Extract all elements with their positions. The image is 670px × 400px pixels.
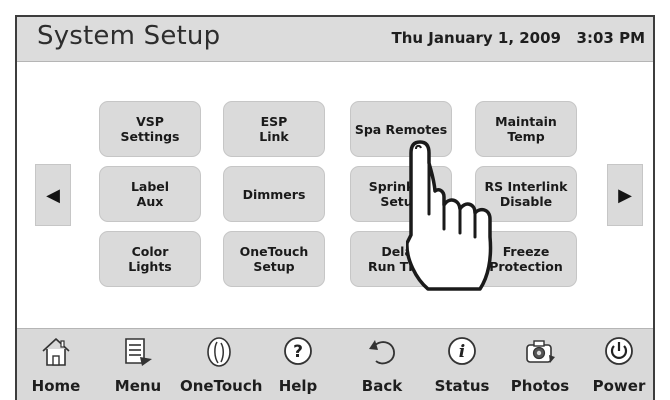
nav-menu-label: Menu [114, 377, 162, 395]
vsp-settings-button[interactable]: VSP Settings [99, 101, 201, 157]
camera-icon [526, 340, 555, 363]
nav-power-button[interactable]: Power [580, 329, 653, 400]
nav-onetouch-button[interactable]: OneTouch [180, 329, 263, 400]
nav-onetouch-label: OneTouch [180, 377, 263, 395]
page-title: System Setup [37, 21, 221, 51]
nav-home-label: Home [31, 377, 81, 395]
esp-link-button[interactable]: ESP Link [223, 101, 325, 157]
nav-help-button[interactable]: ? Help [259, 329, 337, 400]
nav-back-button[interactable]: Back [343, 329, 421, 400]
arrow-right-icon: ▶ [618, 184, 632, 206]
nav-back-label: Back [361, 377, 403, 395]
onetouch-setup-button[interactable]: OneTouch Setup [223, 231, 325, 287]
power-icon [605, 337, 633, 365]
info-icon: i [448, 337, 476, 365]
nav-photos-button[interactable]: Photos [501, 329, 579, 400]
menu-page-icon [125, 338, 152, 366]
color-lights-button[interactable]: Color Lights [99, 231, 201, 287]
house-icon [42, 338, 70, 366]
nav-menu-button[interactable]: Menu [99, 329, 177, 400]
nav-home-button[interactable]: Home [17, 329, 95, 400]
previous-page-button[interactable]: ◀ [35, 164, 71, 226]
back-icon [369, 340, 395, 365]
help-icon: ? [284, 337, 312, 365]
nav-help-label: Help [278, 377, 318, 395]
setup-screen: System Setup Thu January 1, 2009 3:03 PM… [15, 15, 655, 400]
nav-photos-label: Photos [510, 377, 570, 395]
svg-text:i: i [459, 342, 465, 362]
header-bar: System Setup Thu January 1, 2009 3:03 PM [17, 17, 653, 62]
next-page-button[interactable]: ▶ [607, 164, 643, 226]
nav-status-button[interactable]: i Status [423, 329, 501, 400]
pointing-hand-icon [406, 140, 493, 291]
bottom-nav: Home Menu OneTouch ? Help Back i Status … [17, 328, 653, 400]
svg-text:?: ? [293, 342, 303, 362]
label-aux-button[interactable]: Label Aux [99, 166, 201, 222]
dimmers-button[interactable]: Dimmers [223, 166, 325, 222]
arrow-left-icon: ◀ [46, 184, 60, 206]
onetouch-icon [207, 337, 231, 367]
nav-power-label: Power [592, 377, 646, 395]
date-display: Thu January 1, 2009 [391, 29, 562, 47]
nav-status-label: Status [434, 377, 490, 395]
time-display: 3:03 PM [576, 29, 645, 47]
